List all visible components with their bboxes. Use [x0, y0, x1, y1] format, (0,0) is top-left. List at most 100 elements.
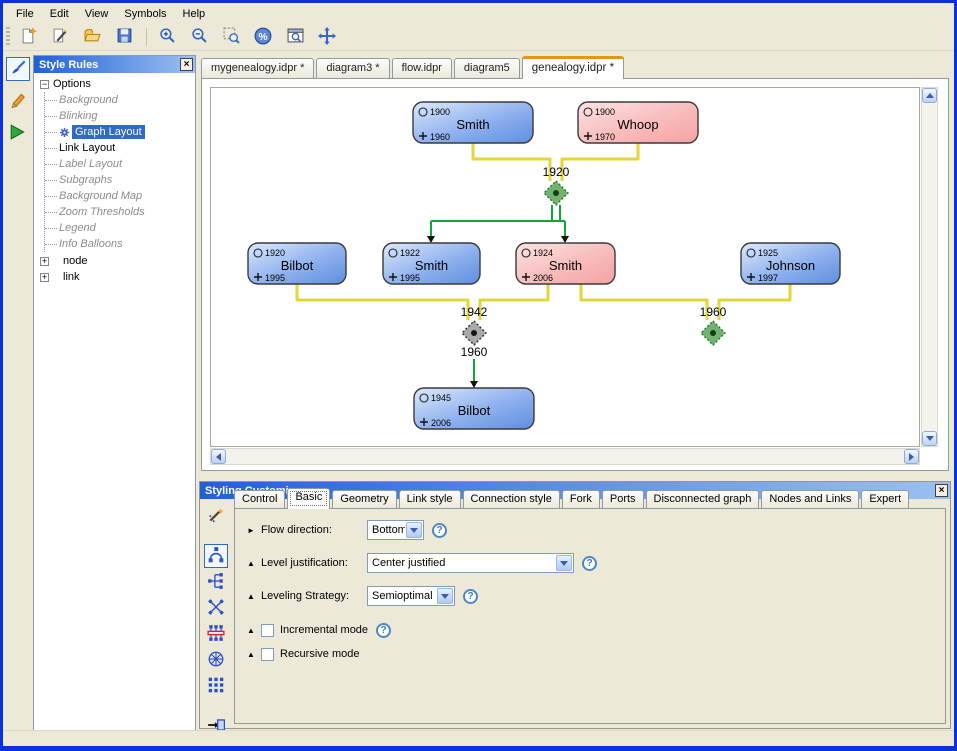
tab-fork[interactable]: Fork — [562, 490, 600, 508]
tab-diagram5[interactable]: diagram5 — [454, 58, 520, 78]
tab-connection-style[interactable]: Connection style — [463, 490, 560, 508]
person-node[interactable]: 1900Smith1960 — [413, 102, 533, 143]
hierarchical-layout-button[interactable] — [204, 544, 228, 568]
diagram-canvas[interactable]: 1920 19421960 1960 1900Smith1960 1900Whoop19… — [210, 87, 920, 447]
edit-pencil-button[interactable] — [6, 89, 30, 113]
marriage-link[interactable] — [562, 143, 638, 181]
marriage-node[interactable]: 1920 — [543, 165, 570, 205]
person-node[interactable]: 1945Bilbot2006 — [414, 388, 534, 429]
tree-item-zoom-thresholds[interactable]: Zoom Thresholds — [59, 204, 195, 220]
genealogy-diagram[interactable]: 1920 19421960 1960 1900Smith1960 1900Whoop19… — [211, 88, 919, 446]
expand-arrow-icon[interactable]: ▲ — [247, 650, 261, 659]
collapse-arrow-icon[interactable]: ► — [247, 526, 261, 535]
zoom-percent-button[interactable]: % — [251, 25, 275, 49]
tree-item-background[interactable]: Background — [59, 92, 195, 108]
close-icon[interactable]: × — [180, 58, 193, 71]
tab-link-style[interactable]: Link style — [399, 490, 461, 508]
help-icon[interactable]: ? — [432, 523, 447, 538]
incremental-mode-checkbox[interactable] — [261, 624, 274, 637]
tab-expert[interactable]: Expert — [861, 490, 909, 508]
person-node[interactable]: 1922Smith1995 — [383, 243, 480, 284]
tree-item-link[interactable]: + link — [40, 269, 195, 285]
marriage-node[interactable]: 19421960 — [461, 305, 488, 359]
zoom-out-button[interactable] — [187, 25, 211, 49]
menu-item-edit[interactable]: Edit — [42, 5, 77, 23]
person-node[interactable]: 1920Bilbot1995 — [248, 243, 346, 284]
tab-genealogy[interactable]: genealogy.idpr * — [522, 56, 624, 79]
run-button[interactable] — [6, 121, 30, 145]
tab-ports[interactable]: Ports — [602, 490, 644, 508]
marriage-node[interactable]: 1960 — [700, 305, 727, 345]
help-icon[interactable]: ? — [463, 589, 478, 604]
marriage-link[interactable] — [581, 284, 707, 320]
expand-arrow-icon[interactable]: ▲ — [247, 592, 261, 601]
open-button[interactable] — [80, 25, 104, 49]
expand-arrow-icon[interactable]: ▲ — [247, 626, 261, 635]
marriage-link[interactable] — [719, 284, 790, 320]
help-icon[interactable]: ? — [376, 623, 391, 638]
scroll-down-icon[interactable] — [922, 431, 937, 446]
tab-flow[interactable]: flow.idpr — [392, 58, 452, 78]
expand-icon[interactable]: + — [40, 257, 49, 266]
tree-item-legend[interactable]: Legend — [59, 220, 195, 236]
tab-diagram3[interactable]: diagram3 * — [316, 58, 389, 78]
grid-layout-button[interactable] — [204, 674, 228, 698]
menu-item-view[interactable]: View — [77, 5, 117, 23]
tree-item-subgraphs[interactable]: Subgraphs — [59, 172, 195, 188]
tree-item-background-map[interactable]: Background Map — [59, 188, 195, 204]
bus-layout-button[interactable] — [204, 622, 228, 646]
tree-item-link-layout[interactable]: Link Layout — [59, 140, 195, 156]
recursive-mode-checkbox[interactable] — [261, 648, 274, 661]
tab-nodes-and-links[interactable]: Nodes and Links — [761, 490, 859, 508]
dropdown-arrow-icon[interactable] — [556, 555, 572, 571]
tab-basic[interactable]: Basic — [287, 488, 330, 509]
style-rules-titlebar[interactable]: Style Rules × — [34, 56, 195, 73]
tab-disconnected-graph[interactable]: Disconnected graph — [646, 490, 760, 508]
tree-item-node[interactable]: + node — [40, 253, 195, 269]
leveling-strategy-select[interactable]: Semioptimal — [367, 586, 455, 606]
close-icon[interactable]: × — [935, 484, 948, 497]
expand-icon[interactable]: + — [40, 273, 49, 282]
menu-item-symbols[interactable]: Symbols — [116, 5, 174, 23]
expand-arrow-icon[interactable]: ▲ — [247, 559, 261, 568]
style-brush-button[interactable] — [6, 57, 30, 81]
person-node[interactable]: 1925Johnson1997 — [741, 243, 840, 284]
person-node[interactable]: 1924Smith2006 — [516, 243, 615, 284]
menu-item-help[interactable]: Help — [175, 5, 214, 23]
tree-item-info-balloons[interactable]: Info Balloons — [59, 236, 195, 252]
dropdown-arrow-icon[interactable] — [406, 522, 422, 538]
scroll-right-icon[interactable] — [904, 449, 919, 464]
menu-item-file[interactable]: File — [8, 5, 42, 23]
vertical-scrollbar[interactable] — [921, 87, 938, 447]
person-node[interactable]: 1900Whoop1970 — [578, 102, 698, 143]
marriage-link[interactable] — [480, 284, 548, 320]
tab-mygenealogy[interactable]: mygenealogy.idpr * — [201, 58, 314, 78]
edit-style-button[interactable] — [48, 25, 72, 49]
help-icon[interactable]: ? — [582, 556, 597, 571]
tree-item-graph-layout[interactable]: Graph Layout — [59, 124, 195, 140]
tree-item-blinking[interactable]: Blinking — [59, 108, 195, 124]
dropdown-arrow-icon[interactable] — [437, 588, 453, 604]
scroll-up-icon[interactable] — [922, 88, 937, 103]
tree-item-options[interactable]: − Options — [40, 76, 195, 92]
circular-layout-button[interactable] — [204, 648, 228, 672]
level-justification-select[interactable]: Center justified — [367, 553, 574, 573]
tab-control[interactable]: Control — [234, 490, 285, 508]
collapse-icon[interactable]: − — [40, 80, 49, 89]
wand-button[interactable] — [204, 504, 228, 528]
marriage-link[interactable] — [473, 143, 550, 181]
link-layout-button[interactable] — [204, 596, 228, 620]
flow-direction-select[interactable]: Bottom — [367, 520, 424, 540]
zoom-in-button[interactable] — [155, 25, 179, 49]
pan-button[interactable] — [315, 25, 339, 49]
toolbar-grip[interactable] — [6, 27, 10, 47]
horizontal-scrollbar[interactable] — [210, 448, 920, 465]
tree-item-label-layout[interactable]: Label Layout — [59, 156, 195, 172]
marriage-link[interactable] — [297, 284, 468, 320]
tab-geometry[interactable]: Geometry — [332, 490, 396, 508]
scroll-left-icon[interactable] — [211, 449, 226, 464]
zoom-area-button[interactable] — [219, 25, 243, 49]
new-document-button[interactable] — [16, 25, 40, 49]
overview-button[interactable] — [283, 25, 307, 49]
tree-layout-button[interactable] — [204, 570, 228, 594]
